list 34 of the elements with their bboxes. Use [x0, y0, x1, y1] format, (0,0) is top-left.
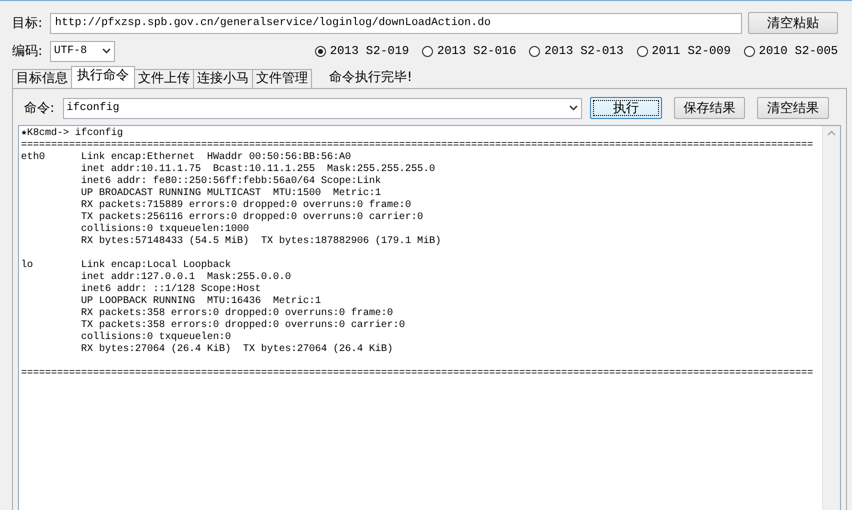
target-label: 目标:	[12, 15, 44, 32]
radio-button[interactable]	[422, 46, 434, 56]
radio-label[interactable]: 2010 S2-005	[758, 44, 838, 58]
radio-label[interactable]: 2011 S2-009	[652, 44, 731, 58]
radio-label[interactable]: 2013 S2-016	[437, 44, 516, 58]
url-field[interactable]: http://pfxzsp.spb.gov.cn/generalservice/loginlog/downLoadAction.do	[50, 12, 742, 34]
tab[interactable]: 文件管理	[252, 69, 312, 88]
interface-output: lo Link encap:Local Loopback inet addr:127.0.0.1 Mask:255.0.0.0 inet6 addr: ::1/128 Scope:Host UP LOOPBACK RUNNING MTU:16436 Metric:1 RX packets:358 errors:0 dropped:0 overruns:0 frame:0 TX packets:358 errors:0 dropped:0 overruns:0 carrier:0 collisions:0 txqueuelen:0 RX bytes:27064 (26.4 KiB) TX bytes:27064 (26.4 KiB)	[21, 260, 406, 356]
radio-button[interactable]	[529, 46, 540, 56]
interface-output: eth0 Link encap:Ethernet HWaddr 00:50:56:BB:56:A0 inet addr:10.11.1.75 Bcast:10.11.1.255 Mask:255.255.255.0 inet6 addr: fe80::250:56ff:febb:56a0/64 Scope:Link UP BROADCAST RUNNING MULTICAST MTU:1500 Metric:1 RX packets:715889 errors:0 dropped:0 overruns:0 frame:0 TX packets:256116 errors:0 dropped:0 overruns:0 carrier:0 collisions:0 txqueuelen:1000 RX bytes:57148433 (54.5 MiB) TX bytes:187882906 (179.1 MiB)	[21, 152, 442, 248]
radio-label[interactable]: 2013 S2-019	[330, 44, 410, 58]
encoding-value: UTF-8	[54, 45, 88, 57]
separator-line: ====================================================================================================================================	[21, 140, 814, 152]
execute-button[interactable]: 执行	[590, 97, 662, 119]
command-combobox[interactable]: ifconfig	[62, 98, 582, 118]
radio-label[interactable]: 2013 S2-013	[544, 44, 624, 58]
command-prompt-line: ★K8cmd-> ifconfig	[21, 128, 124, 140]
tab[interactable]: 执行命令	[71, 66, 135, 88]
scrollbar[interactable]	[822, 126, 840, 510]
encoding-dropdown[interactable]: UTF-8	[50, 40, 115, 62]
separator-line: ====================================================================================================================================	[21, 368, 814, 380]
radio-button[interactable]	[636, 46, 648, 56]
status-text: 命令执行完毕!	[329, 69, 412, 86]
radio-button[interactable]	[314, 46, 326, 56]
clear-paste-button[interactable]: 清空粘贴	[748, 12, 838, 34]
chevron-down-icon	[102, 48, 111, 54]
chevron-down-icon	[569, 105, 578, 111]
clear-results-button[interactable]: 清空结果	[757, 97, 829, 119]
tab[interactable]: 目标信息	[12, 69, 72, 88]
command-value: ifconfig	[66, 102, 120, 114]
radio-button[interactable]	[744, 46, 755, 56]
encoding-label: 编码:	[12, 43, 44, 60]
save-results-button[interactable]: 保存结果	[674, 97, 745, 119]
command-label: 命令:	[23, 100, 56, 117]
